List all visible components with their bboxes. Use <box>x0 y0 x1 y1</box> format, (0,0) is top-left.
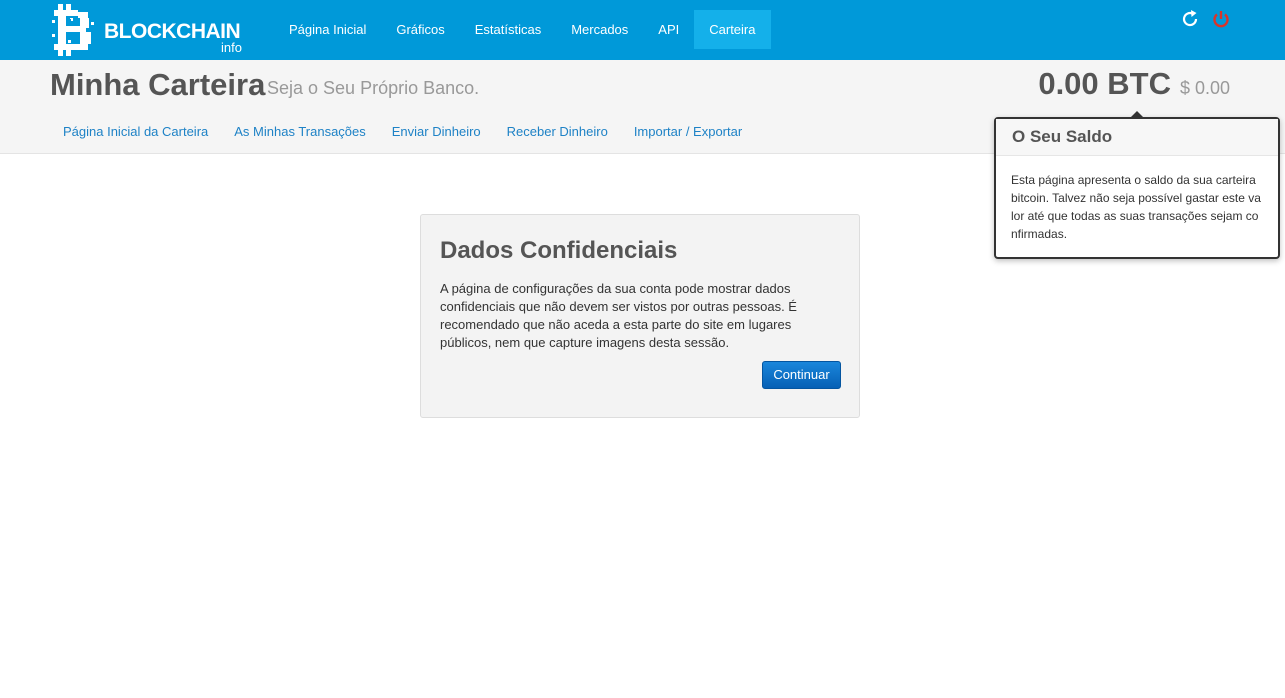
subnav-item-home[interactable]: Página Inicial da Carteira <box>50 122 221 142</box>
brand-name: BLOCKCHAIN <box>104 20 241 43</box>
blockchain-logo[interactable]: BLOCKCHAIN info <box>50 4 250 56</box>
popover-body: Esta página apresenta o saldo da sua car… <box>1011 173 1261 241</box>
page-subtitle: Seja o Seu Próprio Banco. <box>267 78 480 98</box>
card-title: Dados Confidenciais <box>440 237 678 264</box>
bitcoin-b-logo-icon <box>52 4 94 56</box>
nav-icons <box>1179 8 1232 30</box>
confidential-data-card: Dados Confidenciais A página de configur… <box>420 214 860 418</box>
nav-item-pagina-inicial[interactable]: Página Inicial <box>274 10 381 49</box>
popover-title: O Seu Saldo <box>996 119 1278 156</box>
subnav-item-transactions[interactable]: As Minhas Transações <box>221 122 379 142</box>
refresh-icon[interactable] <box>1179 8 1201 30</box>
nav-item-graficos[interactable]: Gráficos <box>381 10 459 49</box>
power-icon[interactable] <box>1210 8 1232 30</box>
subnav-item-receive[interactable]: Receber Dinheiro <box>494 122 621 142</box>
nav-item-estatisticas[interactable]: Estatísticas <box>460 10 556 49</box>
nav-item-api[interactable]: API <box>643 10 694 49</box>
subnav-item-import-export[interactable]: Importar / Exportar <box>621 122 755 142</box>
nav-item-mercados[interactable]: Mercados <box>556 10 643 49</box>
card-text: A página de configurações da sua conta p… <box>440 281 797 350</box>
top-navbar: BLOCKCHAIN info Página Inicial Gráficos … <box>0 0 1285 60</box>
balance-popover: O Seu Saldo Esta página apresenta o sald… <box>994 111 1280 259</box>
page-title: Minha Carteira <box>50 67 266 102</box>
main-nav: Página Inicial Gráficos Estatísticas Mer… <box>274 10 771 49</box>
brand-sub: info <box>221 40 242 55</box>
continue-button[interactable]: Continuar <box>762 361 841 389</box>
nav-item-carteira[interactable]: Carteira <box>694 10 771 49</box>
balance-usd[interactable]: $ 0.00 <box>1180 78 1230 99</box>
popover-arrow <box>1130 111 1144 118</box>
balance-btc[interactable]: 0.00 BTC <box>1038 66 1171 102</box>
wallet-subnav: Página Inicial da Carteira As Minhas Tra… <box>50 122 755 142</box>
subnav-item-send[interactable]: Enviar Dinheiro <box>379 122 494 142</box>
